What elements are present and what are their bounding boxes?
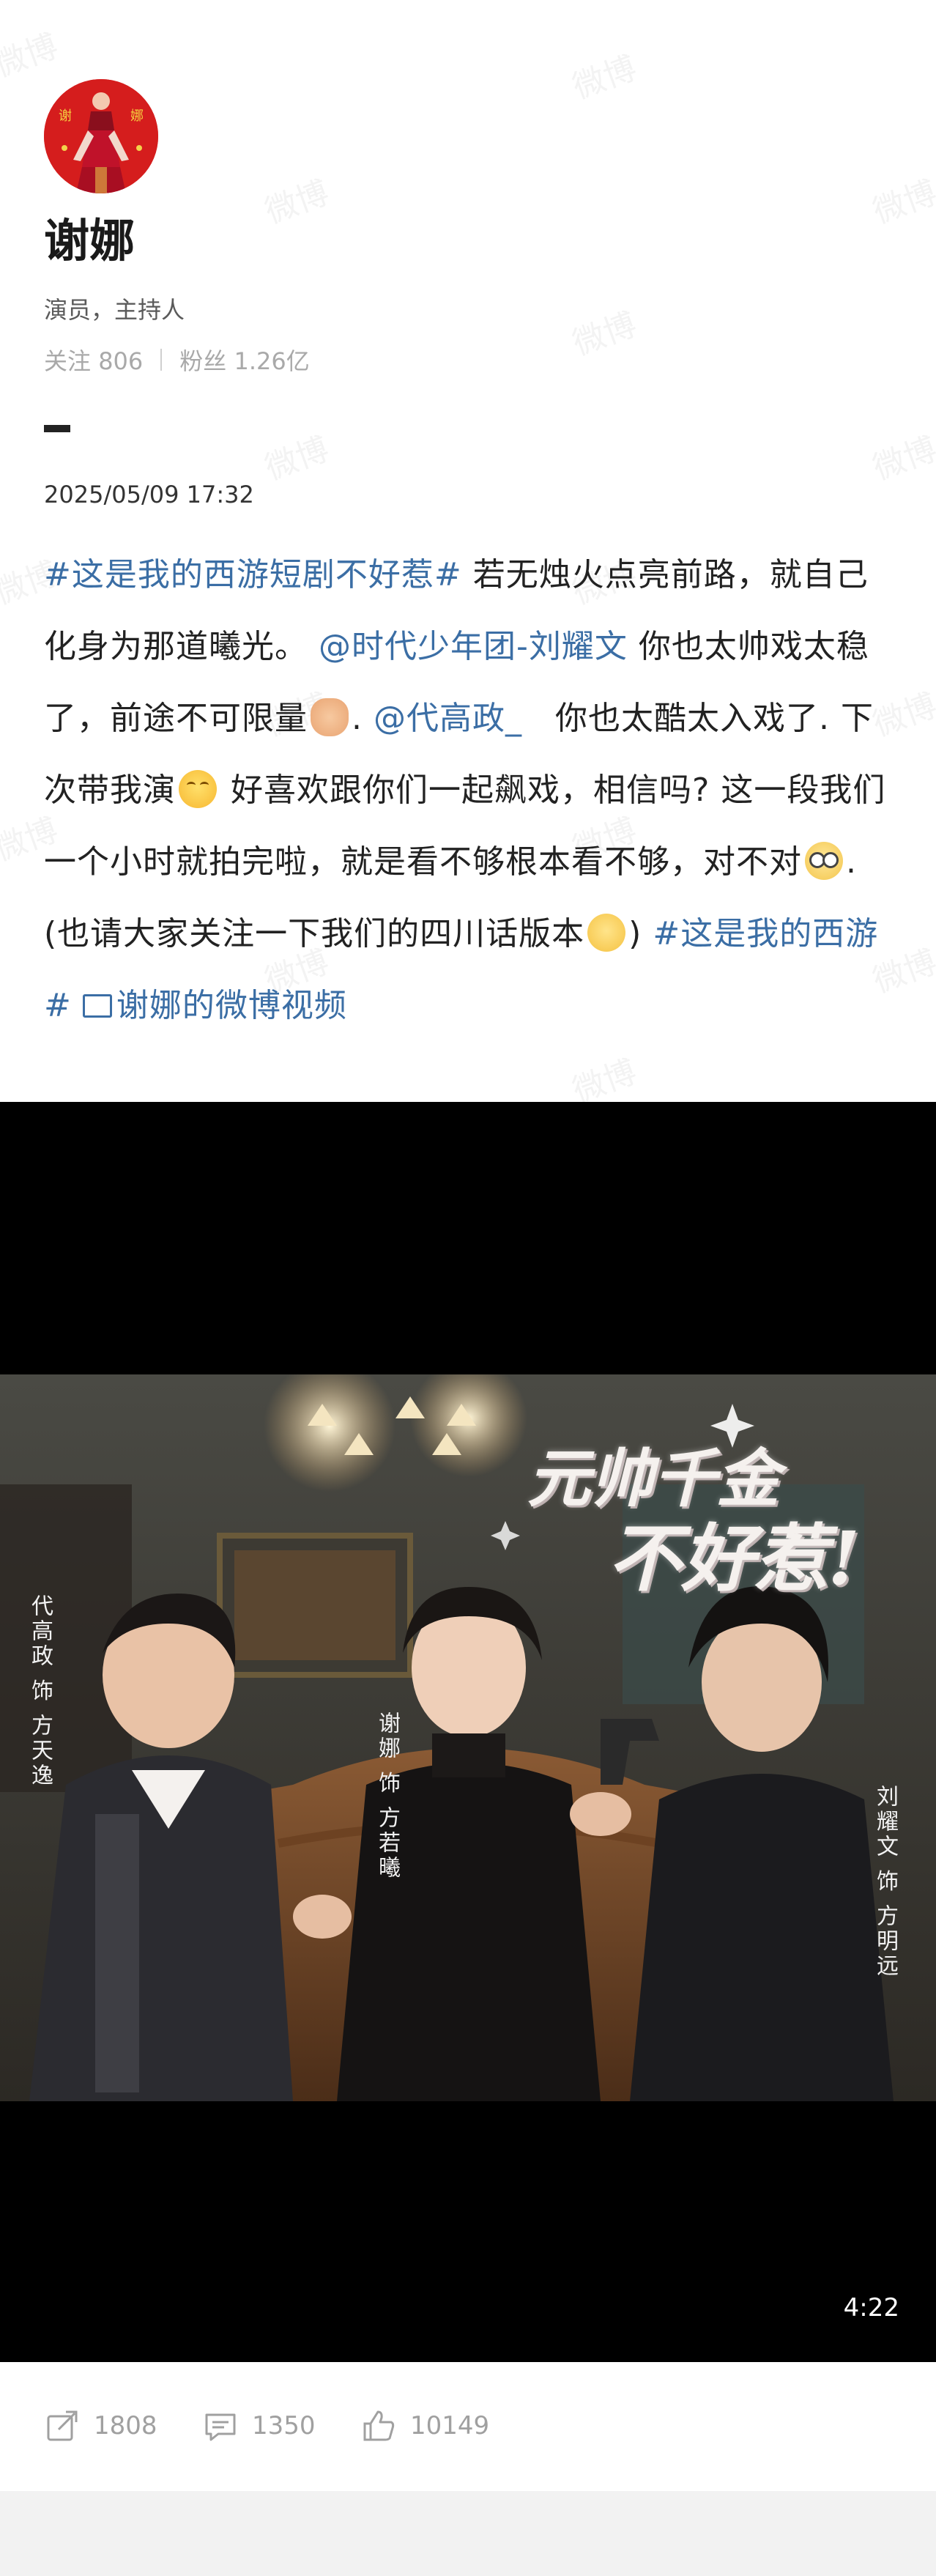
comment-icon	[205, 2413, 236, 2441]
section-divider-dash	[44, 425, 70, 432]
stats-divider	[160, 349, 163, 371]
repost-icon	[47, 2410, 78, 2441]
poster-title-line-2: 不好惹!	[608, 1515, 860, 1602]
post-text-segment: )	[628, 915, 653, 952]
mention-link[interactable]: @代高政_	[374, 700, 522, 737]
avatar-char-right: 娜	[130, 108, 144, 124]
watermark: 微博	[260, 430, 334, 488]
video-link[interactable]: 谢娜的微博视频	[82, 987, 347, 1024]
watermark: 微博	[568, 49, 642, 107]
action-bar: 1808 1350 10149	[0, 2362, 936, 2491]
profile-description: 演员，主持人	[44, 296, 185, 324]
fist-emoji-icon	[311, 698, 349, 736]
video-poster: 元帅千金 不好惹! 代高政 饰 方天逸 谢娜 饰 方若曦 刘耀文 饰 方明远	[0, 1374, 936, 2101]
avatar[interactable]: 谢 娜	[44, 79, 158, 193]
following-label: 关注	[44, 347, 92, 375]
post-text-segment: .	[352, 700, 374, 737]
comment-count: 1350	[252, 2411, 316, 2440]
feed-separator	[0, 2491, 936, 2576]
cast-label-center: 谢娜 饰 方若曦	[374, 1711, 400, 1881]
cast-label-right: 刘耀文 饰 方明远	[872, 1785, 898, 1980]
watermark: 微博	[0, 27, 63, 85]
following-stat[interactable]: 关注 806	[44, 343, 143, 377]
video-icon	[82, 994, 112, 1018]
glasses-emoji-icon	[805, 842, 843, 880]
watermark: 微博	[868, 174, 936, 232]
profile-name[interactable]: 谢娜	[44, 218, 135, 264]
avatar-image: 谢 娜	[44, 79, 158, 193]
followers-label: 粉丝	[179, 347, 227, 375]
following-count: 806	[98, 347, 144, 375]
profile-stats: 关注 806 粉丝 1.26亿	[44, 343, 310, 377]
avatar-char-left: 谢	[59, 108, 72, 124]
repost-button[interactable]: 1808	[45, 2409, 157, 2443]
cast-label-left: 代高政 饰 方天逸	[27, 1594, 53, 1789]
post-timestamp: 2025/05/09 17:32	[44, 481, 254, 508]
like-count: 10149	[410, 2411, 490, 2440]
thinking-emoji-icon	[587, 914, 626, 952]
followers-stat[interactable]: 粉丝 1.26亿	[179, 343, 309, 377]
smile-emoji-icon	[179, 770, 217, 808]
video-player[interactable]: 元帅千金 不好惹! 代高政 饰 方天逸 谢娜 饰 方若曦 刘耀文 饰 方明远 4…	[0, 1102, 936, 2362]
hashtag-link[interactable]: #这是我的西游短剧不好惹#	[44, 556, 462, 593]
post-content: #这是我的西游短剧不好惹# 若无烛火点亮前路，就自己化身为那道曦光。 @时代少年…	[44, 539, 894, 1042]
watermark: 微博	[568, 306, 642, 363]
followers-count: 1.26亿	[234, 347, 310, 375]
video-link-label: 谢娜的微博视频	[116, 987, 347, 1024]
poster-scene	[0, 1374, 936, 2101]
repost-count: 1808	[94, 2411, 157, 2440]
video-duration: 4:22	[843, 2293, 899, 2323]
like-button[interactable]: 10149	[362, 2409, 489, 2443]
mention-link[interactable]: @时代少年团-刘耀文	[319, 628, 628, 665]
comment-button[interactable]: 1350	[204, 2409, 316, 2443]
like-icon	[363, 2410, 395, 2441]
watermark: 微博	[260, 174, 334, 232]
watermark: 微博	[868, 430, 936, 488]
